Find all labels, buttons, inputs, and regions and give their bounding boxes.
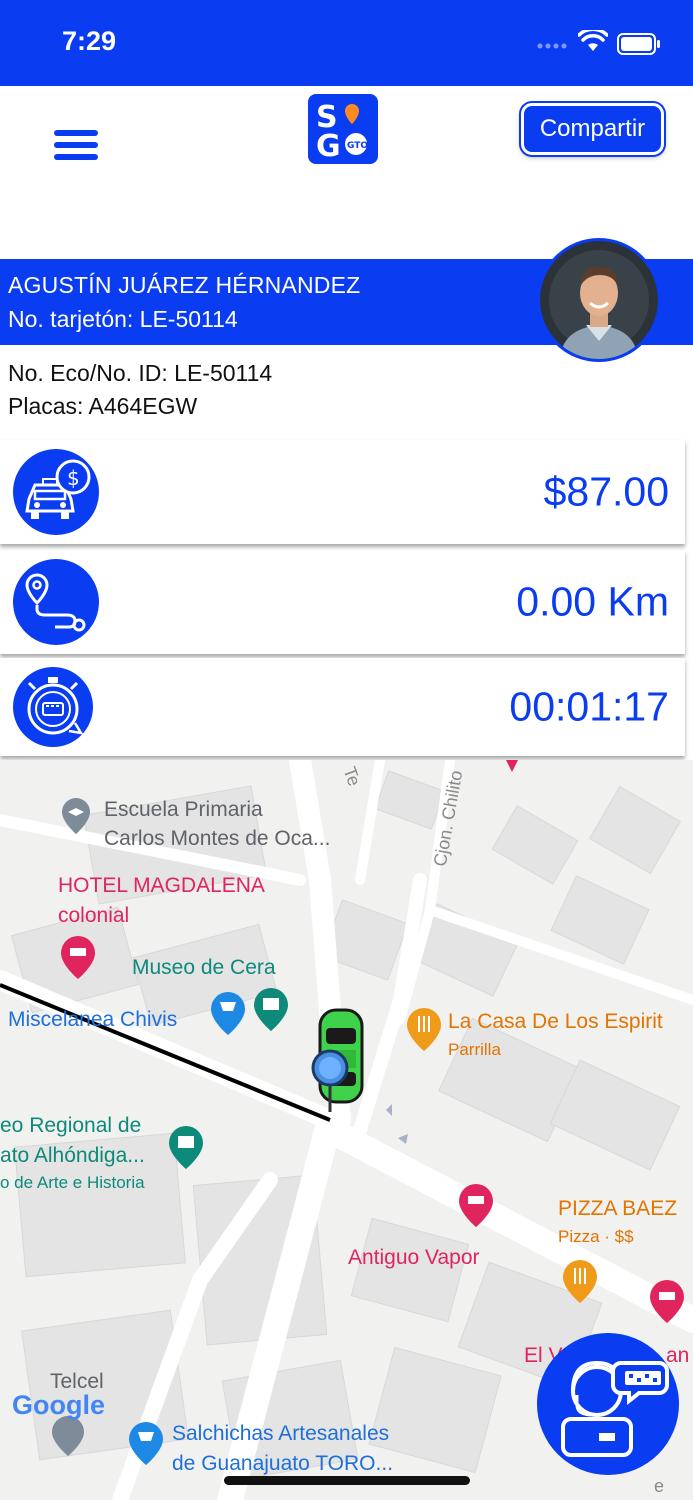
distance-value: 0.00 Km (516, 578, 669, 625)
svg-text:$: $ (67, 466, 80, 490)
vehicle-plates: Placas: A464EGW (8, 393, 198, 419)
elapsed-time-value: 00:01:17 (509, 683, 669, 730)
route-distance-icon (13, 559, 99, 645)
driver-card-number: No. tarjetón: LE-50114 (8, 306, 238, 332)
home-indicator[interactable] (224, 1476, 470, 1485)
svg-text:G: G (316, 129, 341, 164)
fare-value: $87.00 (543, 468, 669, 515)
map-label: eo Regional de (0, 1114, 142, 1137)
street-label: e (654, 1476, 665, 1496)
share-button[interactable]: Compartir (521, 103, 664, 155)
map-label: HOTEL MAGDALENA (58, 874, 265, 897)
map-label: Museo de Cera (132, 956, 276, 979)
status-time: 7:29 (62, 26, 117, 56)
menu-line-icon (54, 130, 98, 136)
hamburger-menu-button[interactable] (54, 130, 100, 166)
map-label: Carlos Montes de Oca... (104, 827, 331, 850)
map-label: Miscelanea Chivis (8, 1008, 178, 1031)
driver-name: AGUSTÍN JUÁREZ HÉRNANDEZ (8, 272, 361, 298)
cellular-signal-icon (537, 43, 567, 49)
map-label: PIZZA BAEZ (558, 1197, 678, 1220)
fare-card: $ $87.00 (0, 440, 685, 544)
google-attribution: Google (12, 1390, 105, 1420)
map-label: de Guanajuato TORO... (172, 1452, 394, 1475)
vehicle-eco-id: No. Eco/No. ID: LE-50114 (8, 360, 273, 386)
driver-photo-icon (540, 241, 658, 359)
battery-icon (617, 33, 660, 55)
map-label: Parrilla (448, 1040, 501, 1059)
distance-card: 0.00 Km (0, 550, 685, 654)
menu-line-icon (54, 142, 98, 148)
time-card: 00:01:17 (0, 658, 685, 756)
map-label: Antiguo Vapor (348, 1246, 480, 1269)
svg-text:GTO: GTO (347, 141, 368, 151)
map-label: Escuela Primaria (104, 798, 263, 821)
map-label: o de Arte e Historia (0, 1173, 145, 1192)
map-label: colonial (58, 904, 130, 927)
stopwatch-taxi-icon (13, 667, 93, 747)
map-label: Pizza · $$ (558, 1227, 634, 1246)
driver-avatar (537, 238, 661, 362)
taxi-support-agent-icon (561, 1360, 669, 1457)
support-button[interactable] (537, 1333, 679, 1475)
wifi-icon (578, 30, 608, 51)
app-logo: S G GTO (308, 94, 378, 164)
map-label: Salchichas Artesanales (172, 1422, 390, 1445)
sigo-logo-icon: S G GTO (316, 100, 368, 164)
map-label: ato Alhóndiga... (0, 1144, 145, 1167)
menu-line-icon (54, 154, 98, 160)
taxi-fare-icon: $ (13, 449, 99, 535)
map-label: La Casa De Los Espirit (448, 1010, 663, 1033)
